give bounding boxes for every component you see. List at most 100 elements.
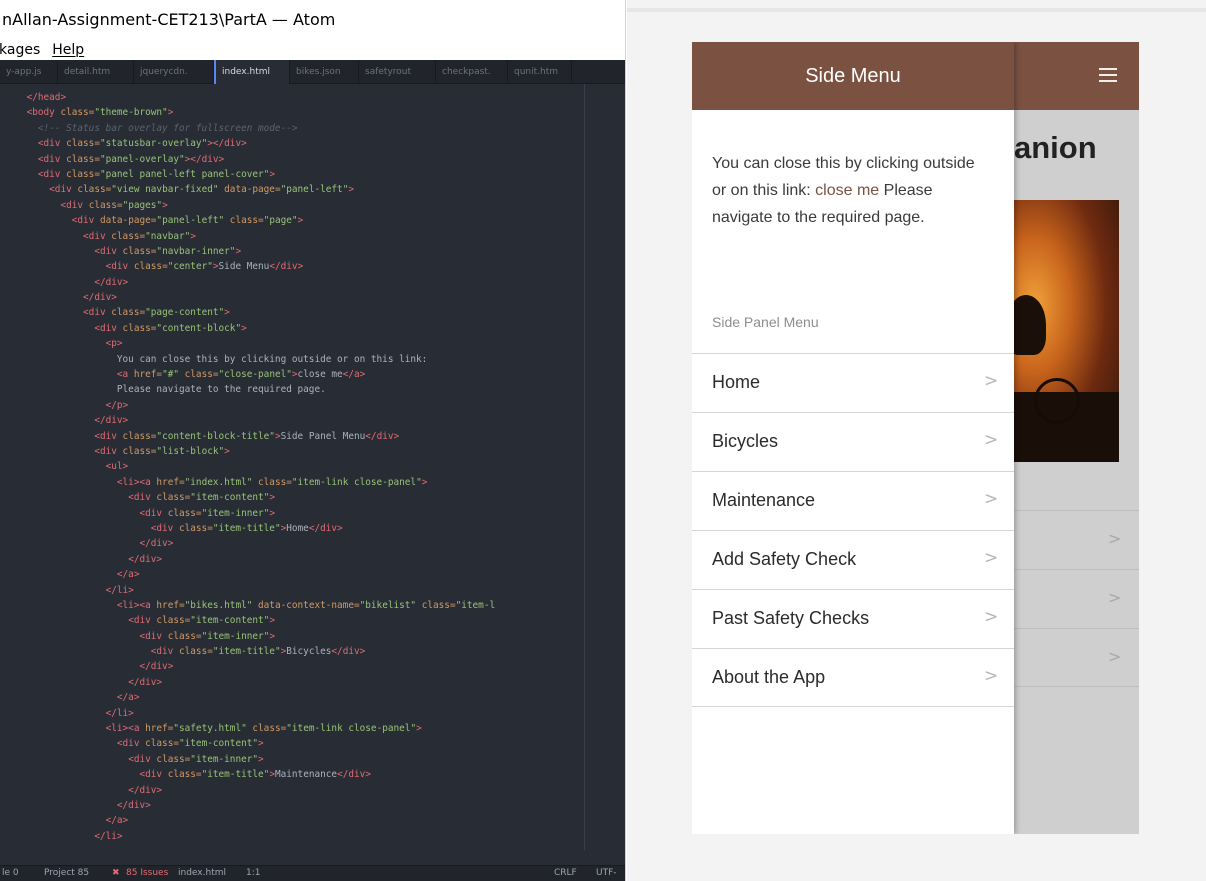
code-line: </div>: [94, 276, 129, 288]
code-line: </div>: [94, 415, 129, 427]
status-cursor[interactable]: 1:1: [246, 866, 260, 881]
chevron-right-icon: >: [984, 666, 999, 686]
menu-item-add-safety-check[interactable]: Add Safety Check >: [692, 530, 1014, 589]
code-line: <div class="item-title">Maintenance</div…: [139, 769, 371, 781]
code-line: <li><a href="bikes.html" data-context-na…: [116, 599, 496, 611]
chevron-right-icon: >: [984, 548, 999, 568]
code-line: <div class="pages">: [60, 199, 168, 211]
code-line: <div class="statusbar-overlay"></div>: [37, 138, 247, 150]
status-issues[interactable]: 85 Issues: [126, 866, 168, 881]
code-line: <div class="item-content">: [128, 615, 275, 627]
status-line-ending[interactable]: CRLF: [554, 866, 577, 881]
code-line: <li><a href="safety.html" class="item-li…: [105, 723, 422, 735]
menu-item-label: Add Safety Check: [712, 549, 857, 569]
tab-safetyroute[interactable]: safetyrout: [359, 60, 436, 84]
chevron-right-icon: >: [984, 607, 999, 627]
menu-item-maintenance[interactable]: Maintenance >: [692, 471, 1014, 530]
content-block: You can close this by clicking outside o…: [712, 150, 992, 231]
code-line: <div class="item-inner">: [139, 630, 275, 642]
code-line: </a>: [105, 815, 129, 827]
tab-jquerycdn[interactable]: jquerycdn.: [134, 60, 214, 84]
status-project[interactable]: Project 85: [44, 866, 89, 881]
chevron-right-icon: >: [984, 371, 999, 391]
code-line: </div>: [128, 553, 163, 565]
menu-item-home[interactable]: Home >: [692, 353, 1014, 412]
menu-item-bicycles[interactable]: Bicycles >: [692, 412, 1014, 471]
browser-tab-strip: [627, 8, 1206, 12]
list-item[interactable]: >: [1014, 628, 1139, 687]
tab-index-html[interactable]: index.html: [214, 60, 290, 84]
menu-item-label: Home: [712, 372, 761, 392]
menu-packages[interactable]: kages: [0, 40, 40, 60]
status-encoding[interactable]: UTF-: [596, 866, 617, 881]
tab-detail-html[interactable]: detail.htm: [58, 60, 134, 84]
chevron-right-icon: >: [1108, 588, 1122, 607]
code-line: <div class="content-block-title">Side Pa…: [94, 430, 400, 442]
screen: nAllan-Assignment-CET213\PartA — Atom ka…: [0, 0, 1206, 881]
code-line: <div class="item-title">Bicycles</div>: [150, 646, 366, 658]
window-title: nAllan-Assignment-CET213\PartA — Atom: [0, 0, 625, 40]
tab-bar: y-app.js detail.htm jquerycdn. index.htm…: [0, 60, 625, 84]
menu-item-about[interactable]: About the App >: [692, 648, 1014, 707]
panel-navbar: Side Menu: [692, 42, 1014, 110]
code-line: <div class="center">Side Menu</div>: [105, 261, 304, 273]
chevron-right-icon: >: [984, 430, 999, 450]
content-block-title: Side Panel Menu: [712, 314, 819, 330]
code-line: </div>: [128, 784, 163, 796]
code-line: </head>: [26, 92, 67, 103]
background-list: > > >: [1014, 510, 1139, 687]
list-item[interactable]: >: [1014, 569, 1139, 628]
menu-item-label: Past Safety Checks: [712, 608, 870, 628]
code-line: <ul>: [105, 461, 129, 473]
code-line: <div class="item-title">Home</div>: [150, 522, 343, 534]
code-line: </li>: [94, 830, 123, 842]
code-line: Please navigate to the required page.: [116, 384, 326, 396]
panel-title: Side Menu: [805, 65, 901, 87]
hamburger-icon[interactable]: [1099, 68, 1117, 82]
menu-item-label: Bicycles: [712, 431, 779, 451]
tab-bikes-json[interactable]: bikes.json: [290, 60, 359, 84]
code-line: </a>: [116, 692, 140, 704]
chevron-right-icon: >: [1108, 647, 1122, 666]
status-file-count[interactable]: le 0: [2, 866, 19, 881]
code-line: </li>: [105, 707, 134, 719]
code-line: </div>: [83, 292, 117, 304]
menu-item-label: Maintenance: [712, 490, 816, 510]
code-line: <div class="content-block">: [94, 322, 247, 334]
code-line: <div class="page-content">: [83, 307, 230, 319]
menu-item-past-safety-checks[interactable]: Past Safety Checks >: [692, 589, 1014, 648]
code-line: <p>: [105, 338, 123, 350]
hero-image: [1014, 200, 1119, 462]
code-line: </div>: [116, 799, 151, 811]
code-line: <div class="item-inner">: [128, 753, 264, 765]
code-line: <div data-page="panel-left" class="page"…: [71, 215, 304, 227]
code-line: </a>: [116, 569, 140, 581]
side-menu-list: Home > Bicycles > Maintenance > Add Safe…: [692, 353, 1014, 707]
code-line: <div class="view navbar-fixed" data-page…: [49, 184, 354, 196]
status-file[interactable]: index.html: [178, 866, 226, 881]
error-x-icon: ✖: [112, 868, 120, 878]
close-panel-link[interactable]: close me: [815, 182, 879, 199]
code-line: </li>: [105, 584, 134, 596]
menu-help[interactable]: Help: [52, 40, 84, 60]
page-title: anion: [1014, 130, 1097, 165]
code-line: <div class="item-inner">: [139, 507, 275, 519]
code-line: <div class="item-content">: [116, 738, 264, 750]
chevron-right-icon: >: [1108, 529, 1122, 548]
code-editor[interactable]: </head> <body class="theme-brown"> <!-- …: [0, 90, 625, 850]
menu-bar: kages Help: [0, 40, 625, 60]
status-bar: le 0 Project 85 ✖ 85 Issues index.html 1…: [0, 865, 625, 881]
menu-item-label: About the App: [712, 667, 826, 687]
code-line: <div class="panel-overlay"></div>: [37, 153, 225, 165]
side-panel: Side Menu You can close this by clicking…: [692, 42, 1014, 834]
code-line: <a href="#" class="close-panel">close me…: [116, 369, 366, 381]
code-line: <div class="navbar-inner">: [94, 245, 242, 257]
tab-qunit-html[interactable]: qunit.htm: [508, 60, 572, 84]
tab-app-js[interactable]: y-app.js: [0, 60, 58, 84]
code-line: <li><a href="index.html" class="item-lin…: [116, 476, 428, 488]
tab-checkpast[interactable]: checkpast.: [436, 60, 508, 84]
code-line: </div>: [139, 538, 174, 550]
list-item[interactable]: >: [1014, 510, 1139, 569]
code-line: <div class="panel panel-left panel-cover…: [37, 168, 275, 180]
chevron-right-icon: >: [984, 489, 999, 509]
